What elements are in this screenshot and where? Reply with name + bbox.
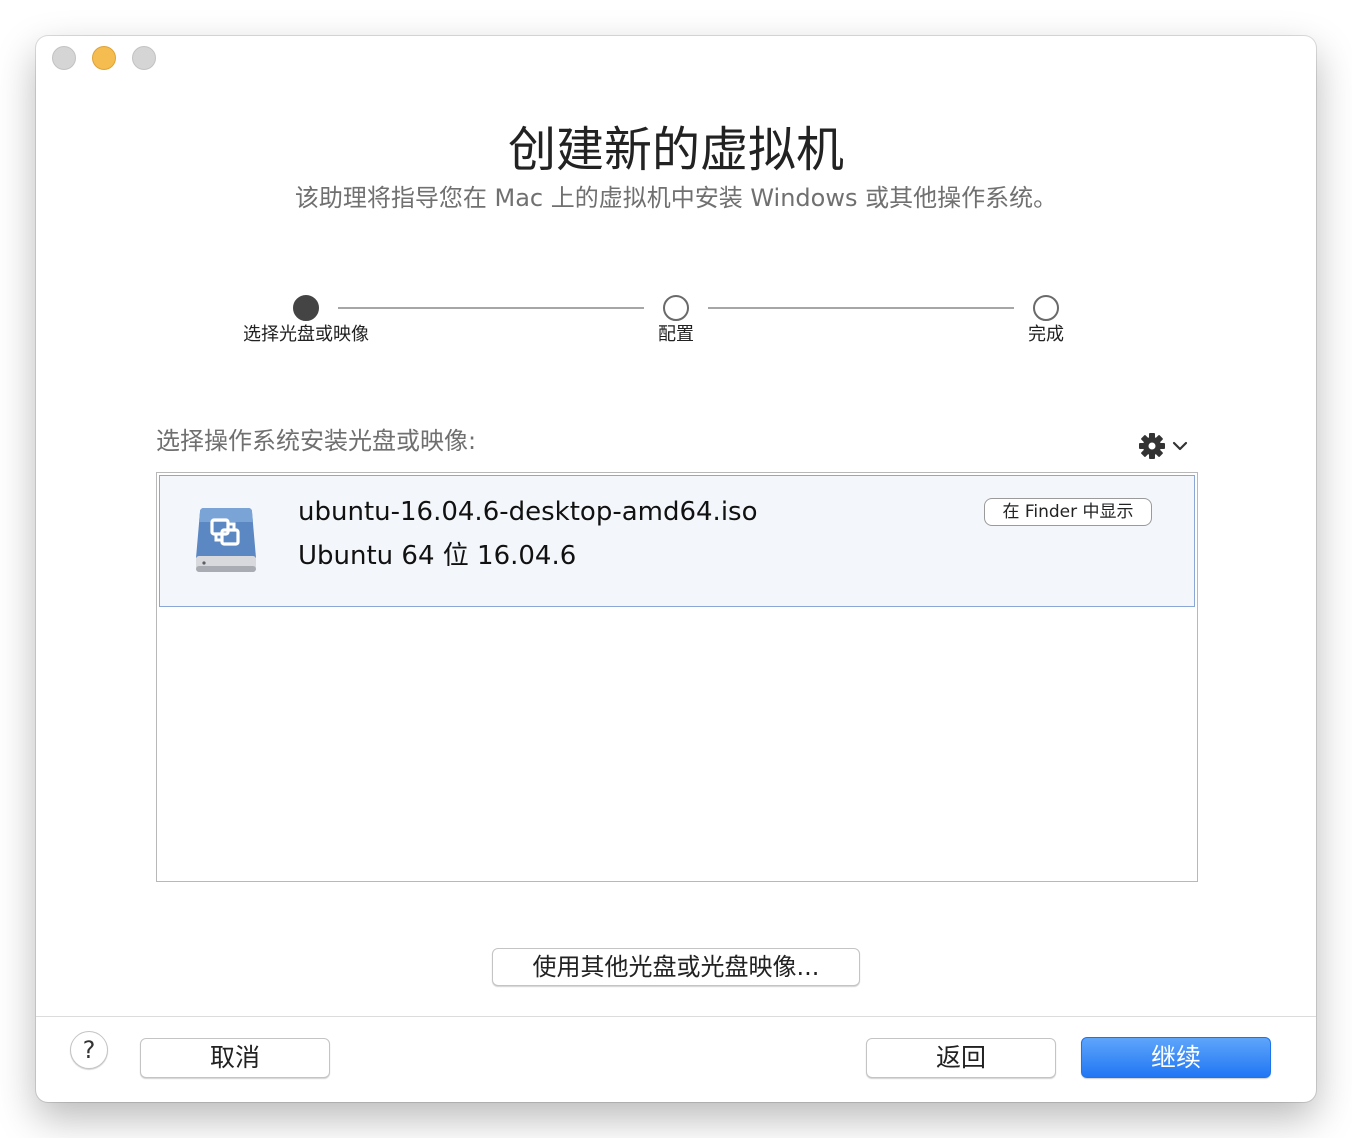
install-media-list[interactable]: ubuntu-16.04.6-desktop-amd64.iso Ubuntu … (156, 472, 1198, 882)
chevron-down-icon (1172, 441, 1188, 451)
step-2-label: 配置 (658, 324, 694, 345)
zoom-window-button[interactable] (132, 46, 156, 70)
disk-image-icon (196, 508, 256, 572)
cancel-button[interactable]: 取消 (140, 1038, 330, 1078)
help-button[interactable]: ? (70, 1031, 108, 1069)
back-button[interactable]: 返回 (866, 1038, 1056, 1078)
use-other-disc-button[interactable]: 使用其他光盘或光盘映像... (492, 948, 860, 986)
iso-os-version: Ubuntu 64 位 16.04.6 (298, 541, 577, 571)
footer-divider (36, 1016, 1316, 1017)
close-window-button[interactable] (52, 46, 76, 70)
iso-file-name: ubuntu-16.04.6-desktop-amd64.iso (298, 497, 758, 527)
media-section-label: 选择操作系统安装光盘或映像: (156, 427, 477, 455)
step-3-label: 完成 (1028, 324, 1064, 345)
continue-button[interactable]: 继续 (1081, 1037, 1271, 1078)
step-2-dot (663, 295, 689, 321)
show-in-finder-button[interactable]: 在 Finder 中显示 (984, 498, 1152, 526)
gear-icon (1139, 433, 1165, 459)
gear-menu-button[interactable] (1138, 431, 1198, 461)
step-connector-1 (338, 307, 644, 309)
step-1-label: 选择光盘或映像 (243, 324, 369, 345)
step-connector-2 (708, 307, 1014, 309)
step-1-dot (293, 295, 319, 321)
page-title: 创建新的虚拟机 (507, 122, 844, 178)
list-item[interactable]: ubuntu-16.04.6-desktop-amd64.iso Ubuntu … (159, 475, 1195, 607)
step-3-dot (1033, 295, 1059, 321)
page-subtitle: 该助理将指导您在 Mac 上的虚拟机中安装 Windows 或其他操作系统。 (294, 184, 1058, 212)
new-vm-assistant-window: 创建新的虚拟机 该助理将指导您在 Mac 上的虚拟机中安装 Windows 或其… (36, 36, 1316, 1102)
minimize-window-button[interactable] (92, 46, 116, 70)
